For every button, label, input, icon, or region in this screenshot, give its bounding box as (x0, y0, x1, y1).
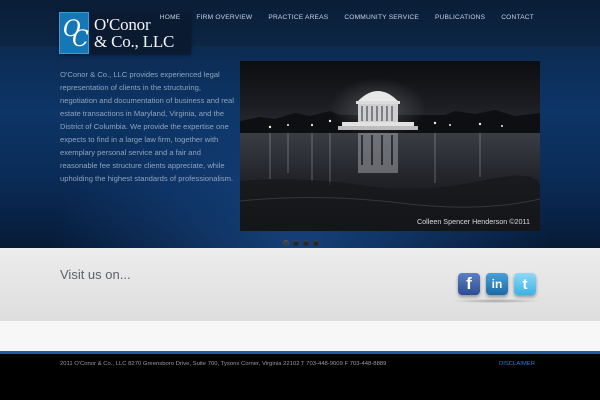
nav-firm-overview[interactable]: FIRM OVERVIEW (188, 13, 260, 22)
footer-copyright: 2011 O'Conor & Co., LLC 8270 Greensboro … (60, 361, 387, 367)
slide-dot-4[interactable] (313, 240, 319, 246)
facebook-icon[interactable]: f (458, 273, 480, 295)
content-spacer (0, 321, 600, 351)
memorial-night-photo (240, 61, 540, 231)
slideshow-photo: Colleen Spencer Henderson ©2011 (240, 61, 540, 231)
social-icons: f in t (458, 273, 536, 295)
logo-line-2: & Co., LLC (94, 32, 175, 51)
slide-dot-3[interactable] (303, 240, 309, 246)
nav-practice-areas[interactable]: PRACTICE AREAS (260, 13, 336, 22)
slide-dot-1[interactable] (283, 240, 289, 246)
social-label: Visit us on... (60, 267, 131, 282)
nav-home[interactable]: HOME (152, 13, 189, 22)
photo-credit: Colleen Spencer Henderson ©2011 (416, 217, 530, 226)
logo-monogram: O C (59, 12, 89, 54)
social-icons-shadow (450, 299, 542, 303)
hero-section: O C O'Conor & Co., LLC HOME FIRM OVERVIE… (0, 0, 600, 248)
linkedin-icon[interactable]: in (486, 273, 508, 295)
intro-text: O'Conor & Co., LLC provides experienced … (60, 70, 234, 183)
slide-dot-2[interactable] (293, 240, 299, 246)
twitter-icon[interactable]: t (514, 273, 536, 295)
nav-community-service[interactable]: COMMUNITY SERVICE (336, 13, 427, 22)
footer: 2011 O'Conor & Co., LLC 8270 Greensboro … (0, 354, 600, 400)
slideshow-pagination (283, 240, 319, 246)
main-nav: HOME FIRM OVERVIEW PRACTICE AREAS COMMUN… (152, 13, 534, 22)
nav-publications[interactable]: PUBLICATIONS (427, 13, 493, 22)
disclaimer-link[interactable]: DISCLAIMER (499, 361, 535, 367)
social-section: Visit us on... f in t (0, 248, 600, 321)
nav-contact[interactable]: CONTACT (493, 13, 534, 22)
